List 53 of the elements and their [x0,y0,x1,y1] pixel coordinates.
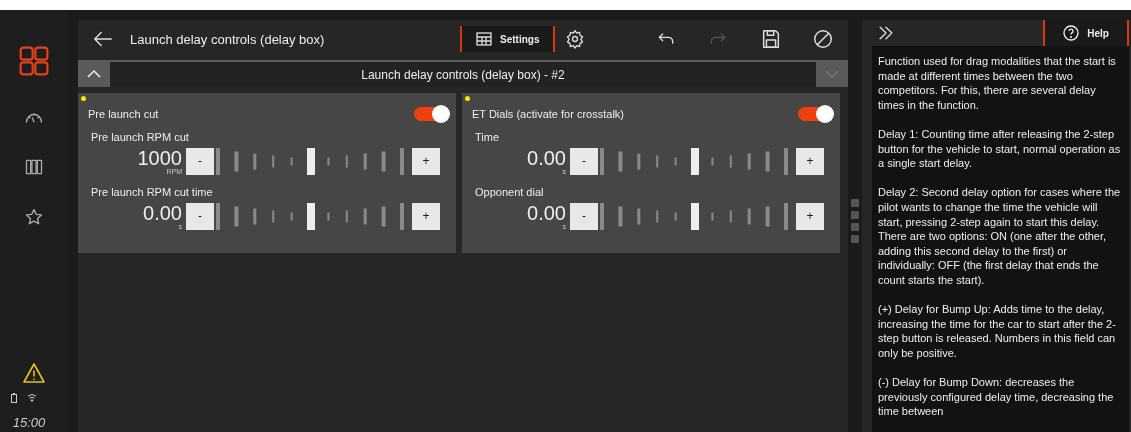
decrement-button[interactable]: - [186,202,214,230]
question-icon [1063,25,1080,41]
warning-icon[interactable] [22,361,46,385]
control-value: 1000 [137,147,182,168]
decrement-button[interactable]: - [570,147,598,175]
increment-button[interactable]: + [796,147,824,175]
control-label: Pre launch RPM cut [91,131,190,143]
increment-button[interactable]: + [796,202,824,230]
toggle-switch[interactable] [798,107,832,121]
slider-thumb[interactable] [307,147,315,175]
card-title: Pre launch cut [88,108,159,120]
help-paragraph: Delay 2: Second delay option for cases where the pilot wants to change the time the vehicle will start, pressing 2-step again to start this delay. There are two options: ON (one after the other, adding this second delay to the first) or individually: OFF (the first delay that ends the count starts the start). [878,185,1122,288]
increment-button[interactable]: + [412,202,440,230]
control-value: 0.00 [143,202,182,223]
control-value: 0.00 [527,202,566,223]
help-paragraph: (-) Delay for Bump Down: decreases the previously configured delay time, decreasing the time between [878,375,1115,419]
star-icon[interactable] [24,207,44,227]
help-paragraph: Function used for drag modalities that the start is made at different times between the two competitors. For this, there are several delay times in the function. [878,54,1117,113]
wifi-icon [27,393,37,402]
control-value: 0.00 [527,147,566,168]
slider-track[interactable] [216,202,406,230]
status-dot [465,96,470,101]
help-paragraph: (+) Delay for Bump Up: Adds time to the delay, increasing the time for the car to start after the 2-step button is released. Numbers in this field can only be positive. [878,302,1117,361]
save-icon[interactable] [760,28,782,50]
help-button[interactable]: Help [1043,20,1129,46]
slider-track[interactable] [600,147,790,175]
card-title: ET Dials (activate for crosstalk) [472,108,624,120]
chevron-down-icon [824,68,840,79]
table-icon [476,32,492,46]
battery-icon [11,393,17,403]
control-label: Time [475,131,501,143]
clock-time: 15:00 [12,415,46,432]
status-dot [81,96,86,101]
slider-thumb[interactable] [307,202,315,230]
decrement-button[interactable]: - [570,202,598,230]
cancel-icon[interactable] [812,28,834,50]
slider-track[interactable] [216,147,406,175]
increment-button[interactable]: + [412,147,440,175]
control-label: Opponent dial [475,186,545,198]
chevron-up-icon [86,68,102,79]
grid-icon[interactable] [18,45,50,77]
profile-select-field[interactable]: Launch delay controls (delay box) - #2 [110,62,816,87]
settings-tab[interactable]: Settings [460,26,556,52]
toggle-switch[interactable] [414,107,448,121]
slider-thumb[interactable] [691,202,699,230]
slider-track[interactable] [600,202,790,230]
control-label: Pre launch RPM cut time [91,186,214,198]
settings-icon[interactable] [565,29,586,49]
decrement-button[interactable]: - [186,147,214,175]
help-paragraph: Delay 1: Counting time after releasing the 2-step button for the vehicle to start, normal operation as a single start delay. [878,126,1122,171]
slider-thumb[interactable] [691,147,699,175]
columns-icon[interactable] [24,157,44,177]
page-title: Launch delay controls (delay box) [130,31,326,47]
